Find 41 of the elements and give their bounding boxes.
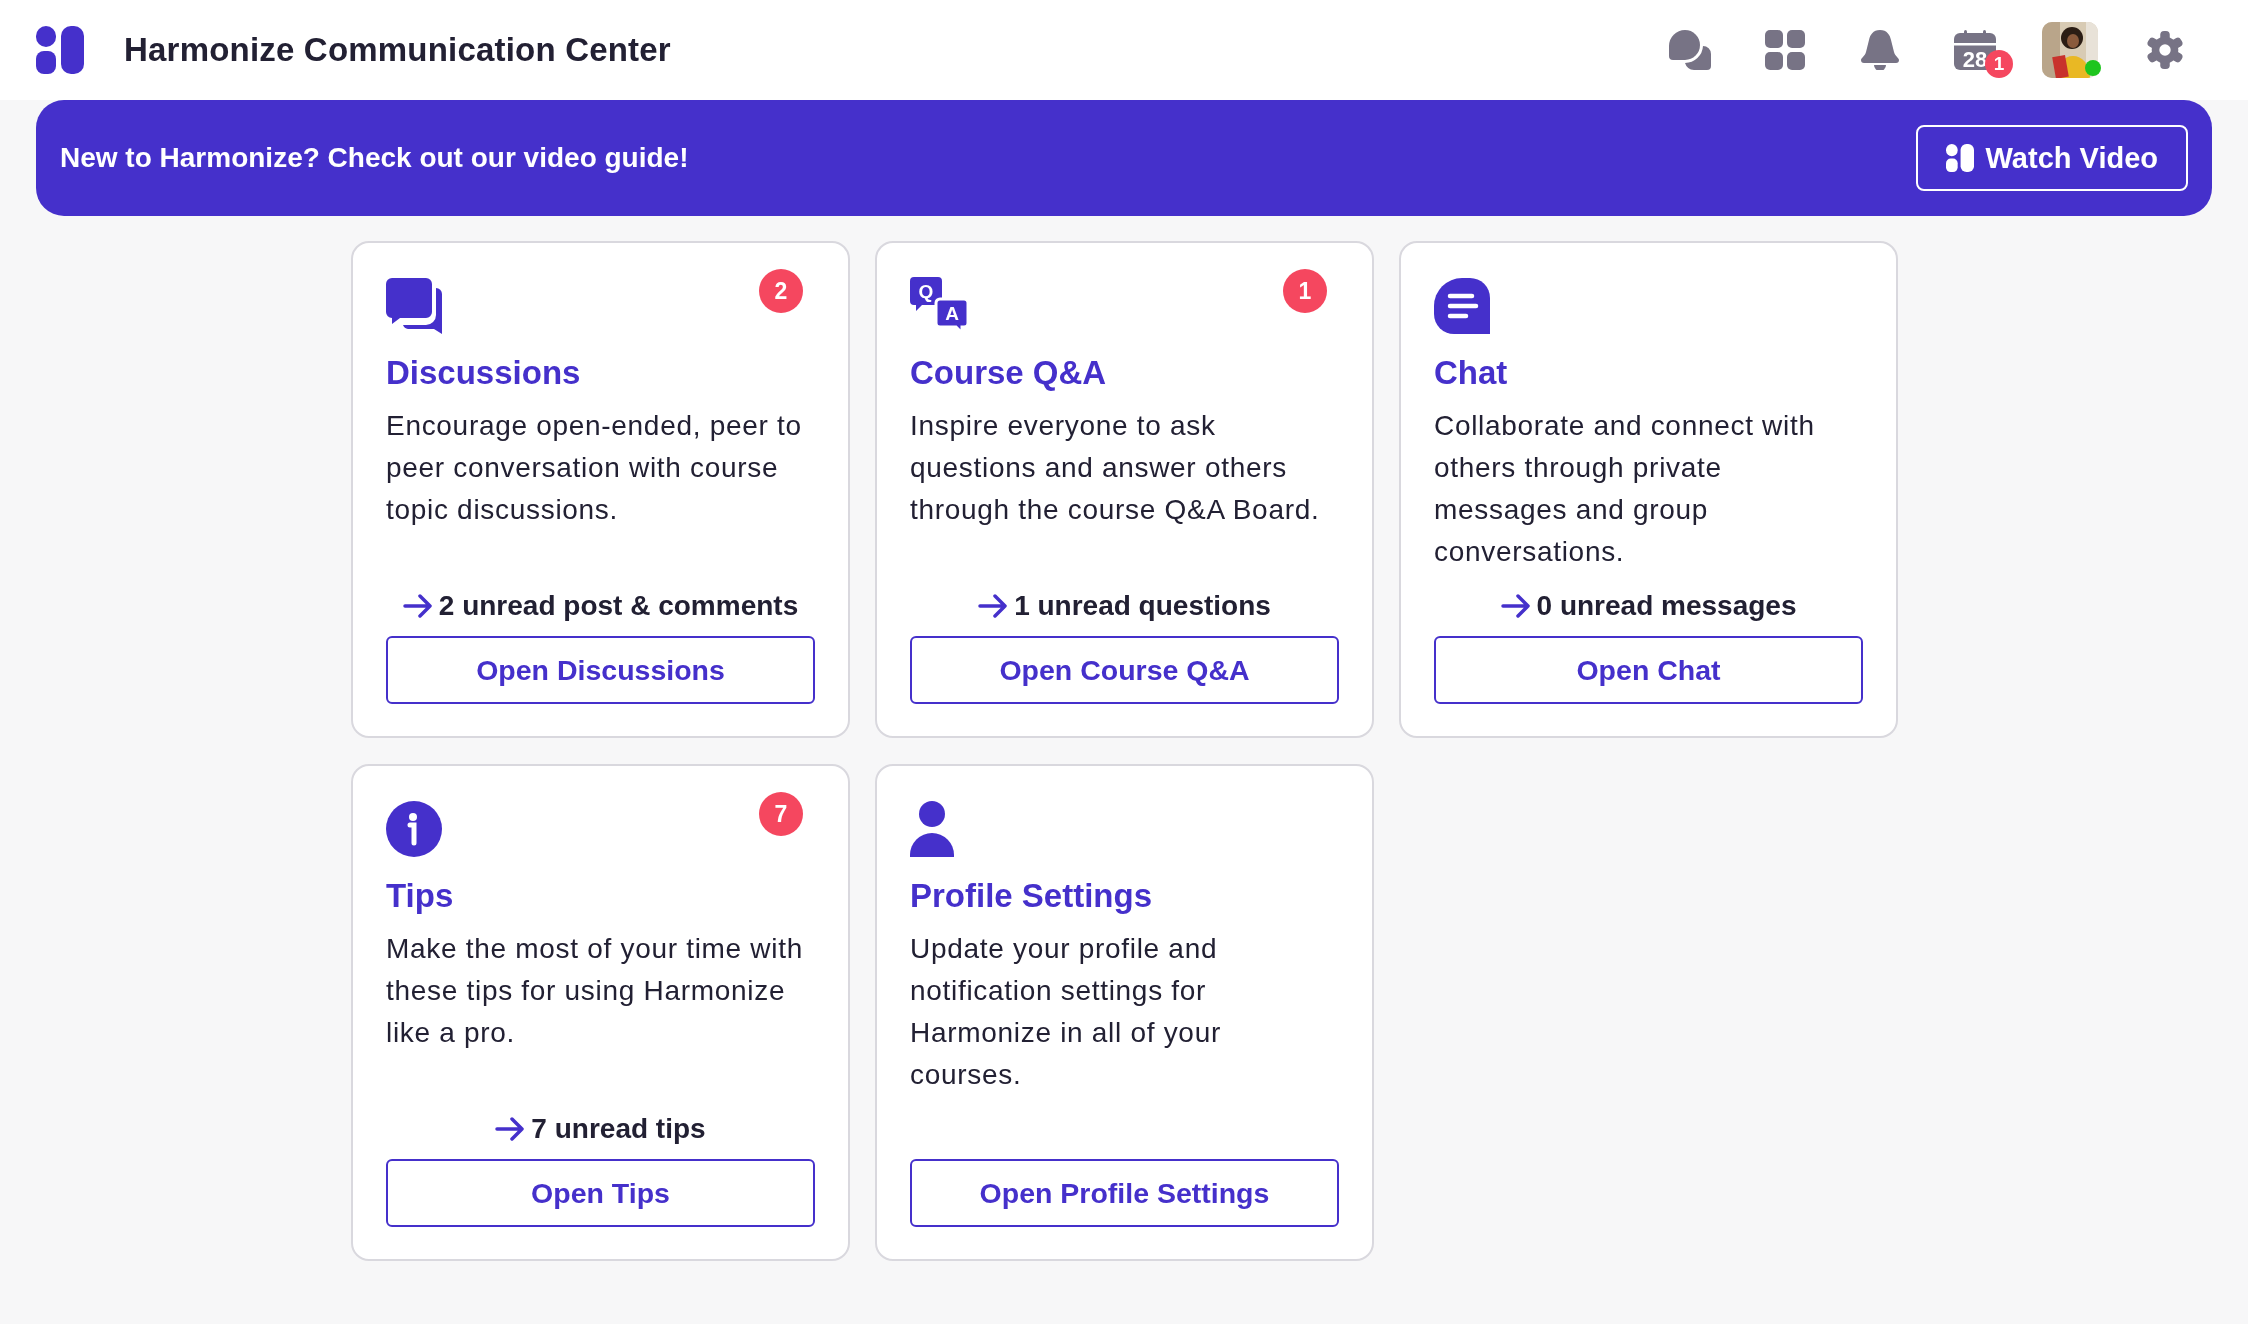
arrow-right-icon: [1500, 594, 1531, 618]
settings-icon[interactable]: [2145, 30, 2184, 70]
app-title: Harmonize Communication Center: [124, 31, 671, 69]
calendar-icon[interactable]: 28: [1953, 30, 1996, 70]
card-title: Tips: [386, 876, 455, 916]
arrow-right-icon: [495, 1117, 526, 1141]
unread-count: 0 unread messages: [1536, 590, 1797, 622]
card-description: Encourage open-ended, peer to peer conversation with course topic discussions.: [386, 409, 803, 527]
unread-count: 7 unread tips: [531, 1113, 706, 1145]
card-title: Profile Settings: [910, 876, 1154, 916]
banner-message: New to Harmonize? Check out our video guide!: [60, 142, 689, 174]
logo-icon: [36, 26, 84, 74]
open-button[interactable]: Open Chat: [1434, 636, 1863, 704]
logo-icon: [1945, 144, 1974, 172]
open-button[interactable]: Open Tips: [386, 1159, 815, 1227]
info-icon: [386, 801, 442, 857]
count-badge: 2: [759, 269, 803, 313]
chat-lines-icon: [1434, 278, 1490, 334]
open-button[interactable]: Open Course Q&A: [910, 636, 1339, 704]
person-icon: [910, 801, 954, 857]
arrow-right-icon: [402, 594, 433, 618]
open-button[interactable]: Open Discussions: [386, 636, 815, 704]
count-badge: 1: [1283, 269, 1327, 313]
open-button[interactable]: Open Profile Settings: [910, 1159, 1339, 1227]
card-title: Course Q&A: [910, 353, 1108, 393]
card-description: Collaborate and connect with others through private messages and group conversations.: [1434, 409, 1816, 569]
apps-grid-icon[interactable]: [1764, 30, 1805, 70]
card-description: Make the most of your time with these tips for using Harmonize like a pro.: [386, 932, 804, 1050]
watch-video-button[interactable]: Watch Video: [1915, 125, 2188, 191]
unread-count: 2 unread post & comments: [438, 590, 799, 622]
unread-count: 1 unread questions: [1014, 590, 1271, 622]
speech-bubbles-icon: [386, 278, 442, 334]
arrow-right-icon: [978, 594, 1009, 618]
card-title: Discussions: [386, 353, 582, 393]
card-title: Chat: [1434, 353, 1509, 393]
chat-bubbles-icon[interactable]: [1668, 30, 1711, 70]
card-description: Update your profile and notification settings for Harmonize in all of your courses.: [910, 932, 1222, 1092]
notification-bell-icon[interactable]: [1860, 30, 1899, 70]
card-description: Inspire everyone to ask questions and answer others through the course Q&A Board.: [910, 409, 1321, 527]
count-badge: 7: [759, 792, 803, 836]
count-badge: 1: [1985, 50, 2013, 78]
